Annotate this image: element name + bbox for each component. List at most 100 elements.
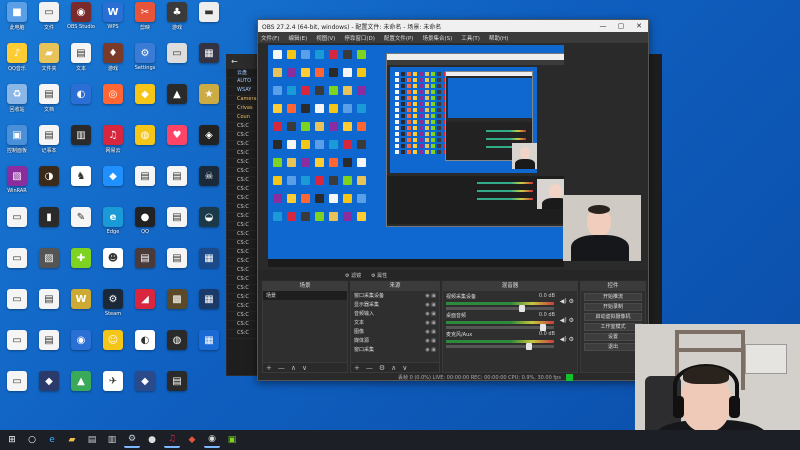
scene-footer-button[interactable]: —: [278, 364, 285, 372]
steam-taskbar-icon[interactable]: ⚙: [124, 432, 140, 448]
speaker-gear-icon[interactable]: ◀) ⚙: [560, 317, 574, 324]
desktop-icon[interactable]: ▤ 文档: [33, 84, 65, 125]
menu-item[interactable]: 文件(F): [261, 34, 279, 42]
desktop-icon[interactable]: ◐: [65, 84, 97, 125]
scene-footer-button[interactable]: +: [266, 364, 272, 372]
control-button[interactable]: 退出: [584, 343, 642, 351]
source-footer-button[interactable]: ⚙: [379, 364, 385, 372]
visibility-eye-icon[interactable]: ◉ ▣: [425, 302, 436, 308]
desktop-icon[interactable]: ✎: [65, 207, 97, 248]
control-button[interactable]: 工作室模式: [584, 323, 642, 331]
game-taskbar-icon[interactable]: ◆: [184, 432, 200, 448]
desktop-icon[interactable]: ◍: [161, 330, 193, 371]
visibility-eye-icon[interactable]: ◉ ▣: [425, 311, 436, 317]
desktop-icon[interactable]: ◉ OBS Studio: [65, 2, 97, 43]
obs-taskbar-icon[interactable]: ◉: [204, 432, 220, 448]
desktop-icon[interactable]: ▤: [129, 248, 161, 289]
volume-slider[interactable]: [446, 343, 554, 350]
visibility-eye-icon[interactable]: ◉ ▣: [425, 329, 436, 335]
desktop-icon[interactable]: ✚: [65, 248, 97, 289]
desktop-icon[interactable]: ◍: [129, 125, 161, 166]
desktop-icon[interactable]: ♦ 游戏: [97, 43, 129, 84]
desktop-icon[interactable]: ♪ QQ音乐: [1, 43, 33, 84]
control-button[interactable]: 设置: [584, 333, 642, 341]
obs-titlebar[interactable]: OBS 27.2.4 (64-bit, windows) - 配置文件: 未命名…: [258, 20, 648, 32]
qq-taskbar-icon[interactable]: ●: [144, 432, 160, 448]
desktop-icon[interactable]: ▦: [193, 248, 225, 289]
desktop-icon[interactable]: ✈: [97, 371, 129, 412]
desktop-icon[interactable]: ▤: [161, 207, 193, 248]
menu-item[interactable]: 帮助(H): [489, 34, 508, 42]
visibility-eye-icon[interactable]: ◉ ▣: [425, 293, 436, 299]
start-taskbar-icon[interactable]: ⊞: [4, 432, 20, 448]
desktop-icon[interactable]: ▭: [1, 248, 33, 289]
menu-item[interactable]: 视图(V): [316, 34, 335, 42]
minimize-button[interactable]: —: [594, 22, 612, 30]
dock-tab[interactable]: ⚙ 属性: [371, 272, 387, 279]
source-footer-button[interactable]: —: [366, 364, 373, 372]
desktop-icon[interactable]: W: [65, 289, 97, 330]
desktop-icon[interactable]: ♫ 网易云: [97, 125, 129, 166]
desktop-icon[interactable]: ♞: [65, 166, 97, 207]
notepad-taskbar-icon[interactable]: ▥: [104, 432, 120, 448]
desktop-icon[interactable]: ▭: [1, 330, 33, 371]
desktop-icon[interactable]: ▤: [161, 371, 193, 412]
scene-footer-button[interactable]: ∨: [302, 364, 307, 372]
desktop-icon[interactable]: ▣ 控制面板: [1, 125, 33, 166]
desktop-icon[interactable]: ♥: [161, 125, 193, 166]
desktop-icon[interactable]: ▭: [1, 371, 33, 412]
source-item[interactable]: 媒体源 ◉ ▣: [351, 336, 439, 345]
desktop-icon[interactable]: ■ 此电脑: [1, 2, 33, 43]
explorer-taskbar-icon[interactable]: ▰: [64, 432, 80, 448]
menu-item[interactable]: 场景集合(S): [422, 34, 452, 42]
desktop-icon[interactable]: ▮: [33, 207, 65, 248]
source-item[interactable]: 显示器采集 ◉ ▣: [351, 300, 439, 309]
desktop-icon[interactable]: ▰ 文件夹: [33, 43, 65, 84]
desktop-icon[interactable]: ⚙ Steam: [97, 289, 129, 330]
desktop-icon[interactable]: ▤: [161, 248, 193, 289]
store-taskbar-icon[interactable]: ▤: [84, 432, 100, 448]
desktop-icon[interactable]: ▤: [161, 166, 193, 207]
desktop-icon[interactable]: ◐: [129, 330, 161, 371]
app-taskbar-icon[interactable]: ▣: [224, 432, 240, 448]
desktop-icon[interactable]: ☺: [97, 330, 129, 371]
desktop-icon[interactable]: ☠: [193, 166, 225, 207]
scene-footer-button[interactable]: ∧: [291, 364, 296, 372]
desktop-icon[interactable]: ◒: [193, 207, 225, 248]
desktop-icon[interactable]: ◈: [193, 125, 225, 166]
desktop-icon[interactable]: ▨: [33, 248, 65, 289]
desktop-icon[interactable]: ▤ 文本: [65, 43, 97, 84]
desktop-icon[interactable]: ☻: [97, 248, 129, 289]
maximize-button[interactable]: ▢: [612, 22, 630, 30]
desktop-icon[interactable]: ◉: [65, 330, 97, 371]
visibility-eye-icon[interactable]: ◉ ▣: [425, 338, 436, 344]
control-button[interactable]: 开始录制: [584, 303, 642, 311]
desktop-icon[interactable]: ◎: [97, 84, 129, 125]
menu-item[interactable]: 停靠窗口(D): [344, 34, 375, 42]
desktop-icon[interactable]: ★: [193, 84, 225, 125]
desktop-icon[interactable]: ▬: [193, 2, 225, 43]
speaker-gear-icon[interactable]: ◀) ⚙: [560, 336, 574, 343]
desktop-icon[interactable]: ▭: [1, 207, 33, 248]
desktop-icon[interactable]: ▲: [65, 371, 97, 412]
desktop-icon[interactable]: W WPS: [97, 2, 129, 43]
desktop-icon[interactable]: ▤: [33, 330, 65, 371]
desktop-icon[interactable]: ♣ 游戏: [161, 2, 193, 43]
menu-item[interactable]: 编辑(E): [288, 34, 307, 42]
dock-tab[interactable]: ⚙ 滤镜: [345, 272, 361, 279]
desktop-icon[interactable]: ▤: [129, 166, 161, 207]
scene-item[interactable]: 场景: [263, 291, 347, 300]
edge-taskbar-icon[interactable]: e: [44, 432, 60, 448]
desktop-icon[interactable]: ◆: [129, 371, 161, 412]
desktop-icon[interactable]: ▭ 文件: [33, 2, 65, 43]
desktop-icon[interactable]: ▤: [33, 289, 65, 330]
source-footer-button[interactable]: ∧: [391, 364, 396, 372]
control-button[interactable]: 开始推流: [584, 293, 642, 301]
search-taskbar-icon[interactable]: ○: [24, 432, 40, 448]
control-button[interactable]: 启动虚拟摄像机: [584, 313, 642, 321]
menu-item[interactable]: 工具(T): [461, 34, 480, 42]
source-item[interactable]: 图像 ◉ ▣: [351, 327, 439, 336]
obs-preview-canvas[interactable]: [268, 45, 564, 267]
netease-taskbar-icon[interactable]: ♫: [164, 432, 180, 448]
desktop-icon[interactable]: ▧ WinRAR: [1, 166, 33, 207]
